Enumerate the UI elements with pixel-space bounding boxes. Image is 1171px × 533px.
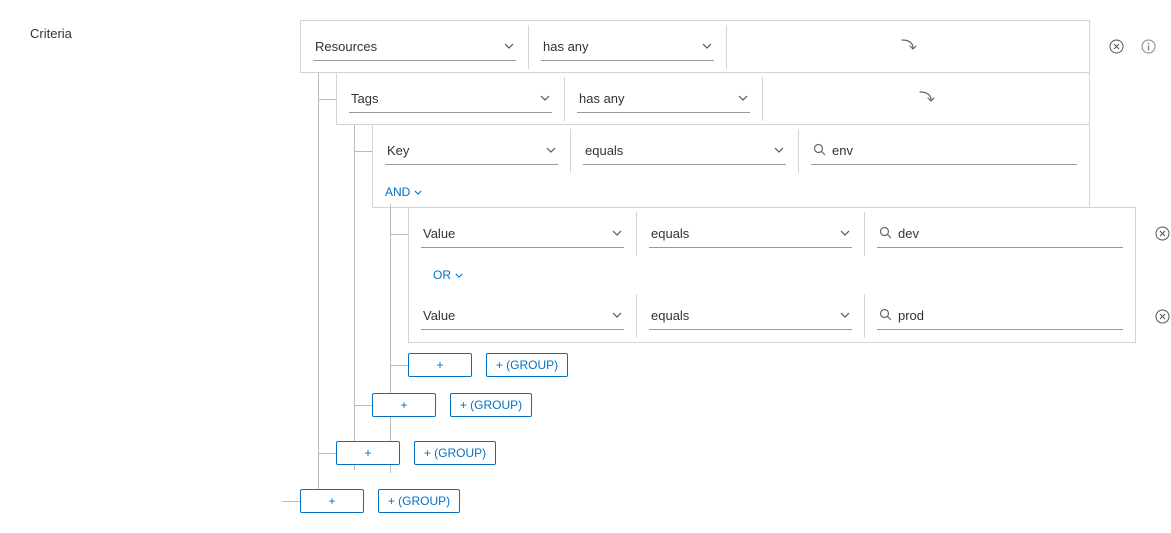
chevron-down-icon xyxy=(840,310,850,321)
attribute-select-label: Value xyxy=(423,308,455,323)
add-criteria-button[interactable]: + xyxy=(372,393,436,417)
add-criteria-button[interactable]: + xyxy=(408,353,472,377)
chevron-down-icon xyxy=(738,93,748,104)
criteria-row-key: Key equals xyxy=(372,124,1090,177)
value-input-field[interactable] xyxy=(832,143,1075,158)
connector xyxy=(390,234,408,235)
logic-operator-and[interactable]: AND xyxy=(373,179,422,205)
connector xyxy=(318,99,336,100)
add-group-button[interactable]: + (GROUP) xyxy=(486,353,568,377)
connector xyxy=(390,234,391,359)
search-icon xyxy=(813,143,826,159)
search-icon xyxy=(879,226,892,242)
add-group-button[interactable]: + (GROUP) xyxy=(414,441,496,465)
criteria-builder: Resources has any xyxy=(300,20,1151,513)
value-input-prod[interactable] xyxy=(877,302,1123,330)
return-arrow-icon xyxy=(899,38,917,55)
operator-select-label: equals xyxy=(585,143,623,158)
attribute-select-label: Value xyxy=(423,226,455,241)
value-input-dev[interactable] xyxy=(877,220,1123,248)
add-group-button[interactable]: + (GROUP) xyxy=(450,393,532,417)
attribute-select-label: Resources xyxy=(315,39,377,54)
connector xyxy=(354,151,372,152)
operator-select-label: has any xyxy=(579,91,625,106)
chevron-down-icon xyxy=(540,93,550,104)
attribute-select-tags[interactable]: Tags xyxy=(349,85,552,113)
chevron-down-icon xyxy=(504,41,514,52)
chevron-down-icon xyxy=(840,228,850,239)
attribute-select-label: Key xyxy=(387,143,409,158)
add-group-button[interactable]: + (GROUP) xyxy=(378,489,460,513)
criteria-row-value-prod: Value equals xyxy=(408,290,1136,343)
logic-label-text: OR xyxy=(433,268,451,282)
operator-select-equals[interactable]: equals xyxy=(583,137,786,165)
delete-row-button[interactable] xyxy=(1108,39,1124,55)
logic-operator-or[interactable]: OR xyxy=(421,262,463,288)
attribute-select-label: Tags xyxy=(351,91,378,106)
connector xyxy=(354,125,355,470)
chevron-down-icon xyxy=(612,310,622,321)
chevron-down-icon xyxy=(455,270,463,280)
criteria-row-tags: Tags has any xyxy=(336,72,1090,125)
operator-select-equals[interactable]: equals xyxy=(649,220,852,248)
attribute-select-value[interactable]: Value xyxy=(421,302,624,330)
chevron-down-icon xyxy=(546,145,556,156)
operator-select-label: equals xyxy=(651,226,689,241)
criteria-row-value-dev: Value equals xyxy=(408,207,1136,260)
chevron-down-icon xyxy=(612,228,622,239)
value-input-field[interactable] xyxy=(898,226,1121,241)
operator-select-equals[interactable]: equals xyxy=(649,302,852,330)
add-criteria-button[interactable]: + xyxy=(300,489,364,513)
operator-select-hasany[interactable]: has any xyxy=(541,33,714,61)
connector xyxy=(282,501,300,502)
delete-row-button[interactable] xyxy=(1154,309,1170,325)
chevron-down-icon xyxy=(702,41,712,52)
attribute-select-value[interactable]: Value xyxy=(421,220,624,248)
connector xyxy=(318,73,319,505)
connector xyxy=(390,365,408,366)
logic-label-text: AND xyxy=(385,185,410,199)
operator-select-label: equals xyxy=(651,308,689,323)
value-input-field[interactable] xyxy=(898,308,1121,323)
connector xyxy=(354,405,372,406)
info-icon[interactable] xyxy=(1140,39,1156,55)
attribute-select-resources[interactable]: Resources xyxy=(313,33,516,61)
add-criteria-button[interactable]: + xyxy=(336,441,400,465)
value-input-key[interactable] xyxy=(811,137,1077,165)
criteria-label: Criteria xyxy=(20,20,280,513)
operator-select-label: has any xyxy=(543,39,589,54)
criteria-row-resources: Resources has any xyxy=(300,20,1090,73)
operator-select-hasany[interactable]: has any xyxy=(577,85,750,113)
return-arrow-icon xyxy=(917,90,935,107)
chevron-down-icon xyxy=(414,187,422,197)
connector xyxy=(318,453,336,454)
chevron-down-icon xyxy=(774,145,784,156)
search-icon xyxy=(879,308,892,324)
attribute-select-key[interactable]: Key xyxy=(385,137,558,165)
delete-row-button[interactable] xyxy=(1154,226,1170,242)
